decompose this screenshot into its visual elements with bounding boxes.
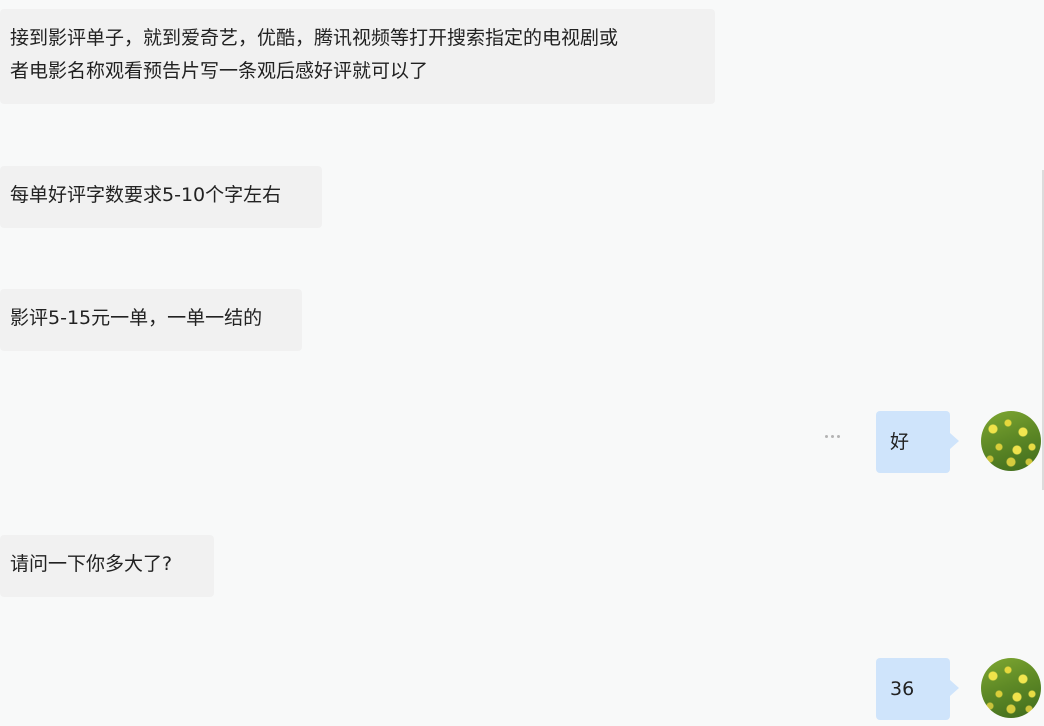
message-bubble[interactable]: 好 xyxy=(876,411,959,473)
incoming-message: 影评5-15元一单，一单一结的 xyxy=(0,289,302,351)
message-bubble[interactable]: 影评5-15元一单，一单一结的 xyxy=(0,289,302,351)
incoming-message: 请问一下你多大了? xyxy=(0,535,214,597)
chat-message-area[interactable]: 接到影评单子，就到爱奇艺，优酷，腾讯视频等打开搜索指定的电视剧或 者电影名称观看… xyxy=(0,0,1044,726)
message-bubble[interactable]: 接到影评单子，就到爱奇艺，优酷，腾讯视频等打开搜索指定的电视剧或 者电影名称观看… xyxy=(0,9,715,104)
incoming-message: 每单好评字数要求5-10个字左右 xyxy=(0,166,322,228)
message-bubble[interactable]: 36 xyxy=(876,658,959,720)
incoming-message: 接到影评单子，就到爱奇艺，优酷，腾讯视频等打开搜索指定的电视剧或 者电影名称观看… xyxy=(0,9,715,104)
message-bubble[interactable]: 请问一下你多大了? xyxy=(0,535,214,597)
user-avatar[interactable] xyxy=(981,411,1041,471)
message-bubble[interactable]: 每单好评字数要求5-10个字左右 xyxy=(0,166,322,228)
more-options-icon[interactable] xyxy=(825,435,840,438)
user-avatar[interactable] xyxy=(981,658,1041,718)
